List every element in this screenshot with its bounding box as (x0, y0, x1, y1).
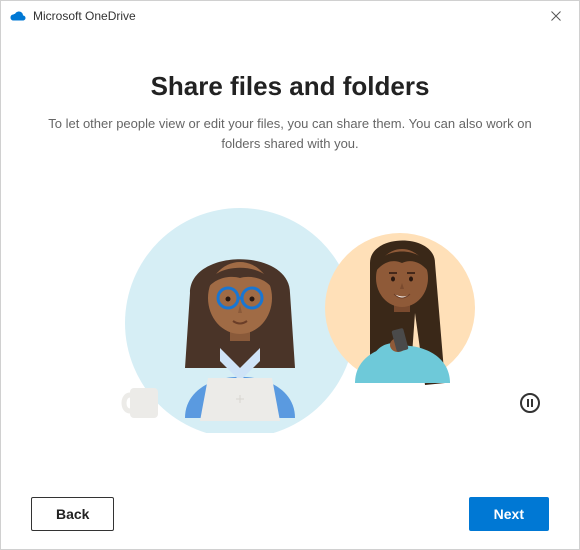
content-area: Share files and folders To let other peo… (1, 31, 579, 479)
next-button[interactable]: Next (469, 497, 549, 531)
mug-icon (124, 388, 158, 418)
onedrive-cloud-icon (9, 10, 27, 22)
titlebar: Microsoft OneDrive (1, 1, 579, 31)
footer: Back Next (1, 479, 579, 549)
laptop-icon (200, 378, 280, 421)
close-button[interactable] (541, 1, 571, 31)
onedrive-dialog: Microsoft OneDrive Share files and folde… (0, 0, 580, 550)
window-title: Microsoft OneDrive (33, 9, 541, 23)
page-subtitle: To let other people view or edit your fi… (31, 114, 549, 153)
pause-button[interactable] (520, 393, 540, 413)
illustration (70, 193, 510, 433)
page-title: Share files and folders (151, 71, 430, 102)
back-button[interactable]: Back (31, 497, 114, 531)
